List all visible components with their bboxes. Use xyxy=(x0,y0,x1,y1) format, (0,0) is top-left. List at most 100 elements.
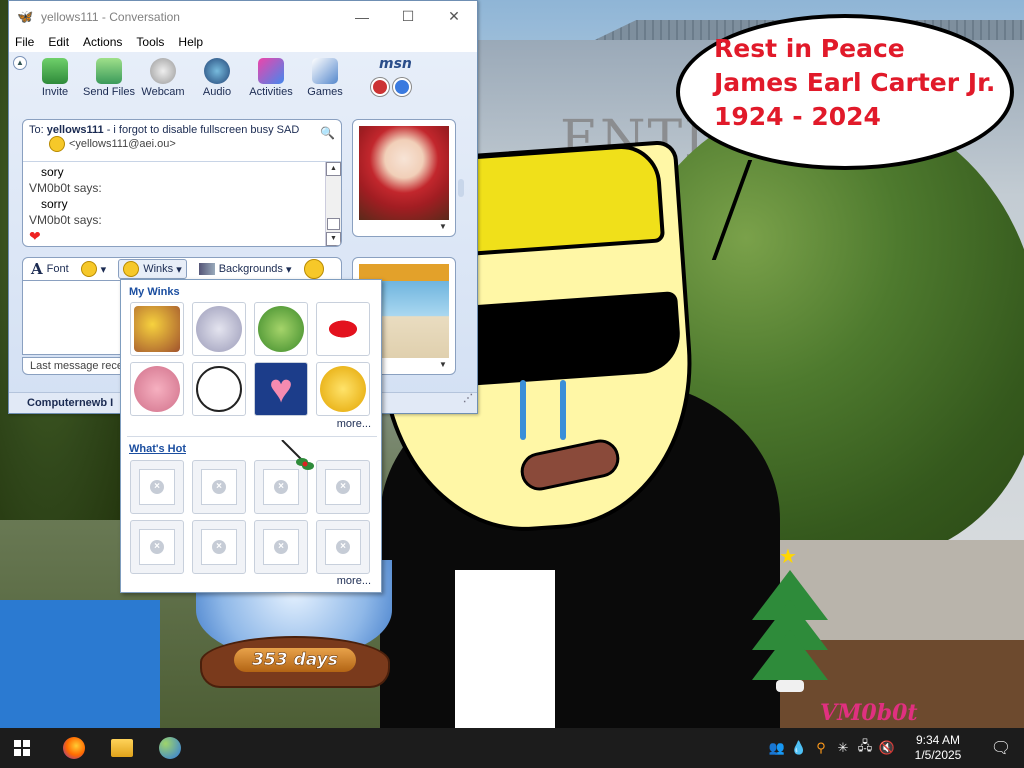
chevron-down-icon[interactable]: ▼ xyxy=(439,360,447,369)
network-icon[interactable]: 🖧 xyxy=(854,737,876,759)
volume-muted-icon[interactable]: 🔇 xyxy=(876,737,898,759)
wink-smiley[interactable] xyxy=(316,362,370,416)
whats-hot-title[interactable]: What's Hot xyxy=(129,443,186,455)
hot-wink-slot[interactable]: × xyxy=(192,520,246,574)
unavailable-icon: × xyxy=(274,480,288,494)
snowflake-icon[interactable]: ✳ xyxy=(832,737,854,759)
droplet-icon[interactable]: 💧 xyxy=(788,737,810,759)
msn-butterfly-icon: 🦋 xyxy=(17,8,34,24)
font-button[interactable]: A Font xyxy=(31,260,69,278)
nudge-icon[interactable] xyxy=(303,259,324,279)
audio-icon xyxy=(204,58,230,84)
send-files-icon xyxy=(96,58,122,84)
title-bar[interactable]: 🦋 yellows111 - Conversation — ☐ ✕ xyxy=(9,1,477,32)
tree-layer xyxy=(752,630,828,680)
activities-button[interactable]: Activities xyxy=(245,52,297,108)
bubble-line: Rest in Peace xyxy=(714,34,905,63)
window-title: yellows111 - Conversation xyxy=(41,9,180,24)
contact-card-icon[interactable]: 🔍 xyxy=(320,126,335,140)
hot-wink-slot[interactable]: × xyxy=(130,520,184,574)
backgrounds-button[interactable]: Backgrounds ▾ xyxy=(198,263,292,276)
notifications-icon[interactable]: 🗨 xyxy=(978,738,1024,758)
scroll-up-button[interactable]: ▲ xyxy=(326,162,341,176)
invite-button[interactable]: Invite xyxy=(29,52,81,108)
hot-wink-slot[interactable]: × xyxy=(316,520,370,574)
winks-menu: My Winks ♥ more... What's Hot × × × × × … xyxy=(120,279,382,593)
frog-icon xyxy=(258,306,304,352)
menu-file[interactable]: File xyxy=(15,35,34,49)
close-button[interactable]: ✕ xyxy=(431,1,477,32)
character-tear xyxy=(560,380,566,440)
msn-messenger-icon xyxy=(159,737,181,759)
heart-icon: ♥ xyxy=(258,366,304,412)
contact-display-picture[interactable]: ▼ xyxy=(352,119,456,237)
wink-pig[interactable] xyxy=(130,362,184,416)
chat-speaker: VM0b0t says: xyxy=(29,213,102,227)
placeholder-frame: × xyxy=(263,469,299,505)
mistletoe-icon xyxy=(281,440,314,470)
conversation-history[interactable]: To: yellows111 - i forgot to disable ful… xyxy=(22,119,342,247)
smiley-icon xyxy=(320,366,366,412)
activities-icon xyxy=(258,58,284,84)
resize-grip[interactable]: ⋰ xyxy=(463,389,473,409)
messenger-tray-icon[interactable]: 👥 xyxy=(766,737,788,759)
wink-heart[interactable]: ♥ xyxy=(254,362,308,416)
webcam-button[interactable]: Webcam xyxy=(137,52,189,108)
scroll-thumb[interactable] xyxy=(327,218,340,230)
msn-logo: msn xyxy=(379,56,412,72)
hot-wink-slot[interactable]: × xyxy=(254,520,308,574)
placeholder-frame: × xyxy=(325,469,361,505)
more-hot-winks-link[interactable]: more... xyxy=(337,575,371,587)
whats-hot-grid: × × × × × × × × xyxy=(130,460,370,574)
fist-icon xyxy=(196,306,242,352)
search-tray-icon[interactable]: ⚲ xyxy=(810,737,832,759)
hot-wink-slot[interactable]: × xyxy=(316,460,370,514)
minimize-button[interactable]: — xyxy=(339,1,385,32)
more-winks-link[interactable]: more... xyxy=(337,418,371,430)
collapse-pictures-icon[interactable] xyxy=(458,179,464,197)
placeholder-frame: × xyxy=(201,469,237,505)
history-scrollbar[interactable]: ▲ ▼ xyxy=(325,162,341,246)
heart-emoticon-icon: ❤ xyxy=(29,228,41,244)
taskbar-app-file-explorer[interactable] xyxy=(98,728,146,768)
block-icon[interactable] xyxy=(371,78,389,96)
recipient-name[interactable]: yellows111 xyxy=(47,124,104,136)
wink-face[interactable] xyxy=(192,362,246,416)
menu-edit[interactable]: Edit xyxy=(48,35,69,49)
signature: VM0b0t xyxy=(820,700,918,726)
hot-wink-slot[interactable]: × xyxy=(130,460,184,514)
smiley-icon xyxy=(80,261,97,277)
emoticons-button[interactable]: ▾ xyxy=(80,261,106,277)
recipient-personal-message: - i forgot to disable fullscreen busy SA… xyxy=(103,124,300,136)
send-files-button[interactable]: Send Files xyxy=(83,52,135,108)
my-winks-grid: ♥ xyxy=(130,302,370,416)
menu-help[interactable]: Help xyxy=(178,35,203,49)
winks-button[interactable]: Winks ▾ xyxy=(118,259,187,279)
webcam-icon xyxy=(150,58,176,84)
wink-frog[interactable] xyxy=(254,302,308,356)
audio-button[interactable]: Audio xyxy=(191,52,243,108)
clock[interactable]: 9:34 AM 1/5/2025 xyxy=(898,733,978,763)
chevron-down-icon[interactable]: ▼ xyxy=(439,222,447,231)
countdown-label: 353 days xyxy=(234,648,356,672)
maximize-button[interactable]: ☐ xyxy=(385,1,431,32)
taskbar-app-msn-messenger[interactable] xyxy=(146,728,194,768)
unavailable-icon: × xyxy=(212,540,226,554)
wink-kiss[interactable] xyxy=(316,302,370,356)
font-icon: A xyxy=(31,260,43,278)
unavailable-icon: × xyxy=(150,540,164,554)
face-icon xyxy=(196,366,242,412)
hot-wink-slot[interactable]: × xyxy=(192,460,246,514)
wink-fist[interactable] xyxy=(192,302,246,356)
games-button[interactable]: Games xyxy=(299,52,351,108)
invite-icon xyxy=(42,58,68,84)
taskbar-app-firefox[interactable] xyxy=(50,728,98,768)
menu-actions[interactable]: Actions xyxy=(83,35,122,49)
menu-tools[interactable]: Tools xyxy=(136,35,164,49)
wink-chicken[interactable] xyxy=(130,302,184,356)
start-button[interactable] xyxy=(0,728,44,768)
display-picture-icon[interactable] xyxy=(393,78,411,96)
my-winks-title: My Winks xyxy=(129,286,180,298)
placeholder-frame: × xyxy=(263,529,299,565)
scroll-down-button[interactable]: ▼ xyxy=(326,232,341,246)
